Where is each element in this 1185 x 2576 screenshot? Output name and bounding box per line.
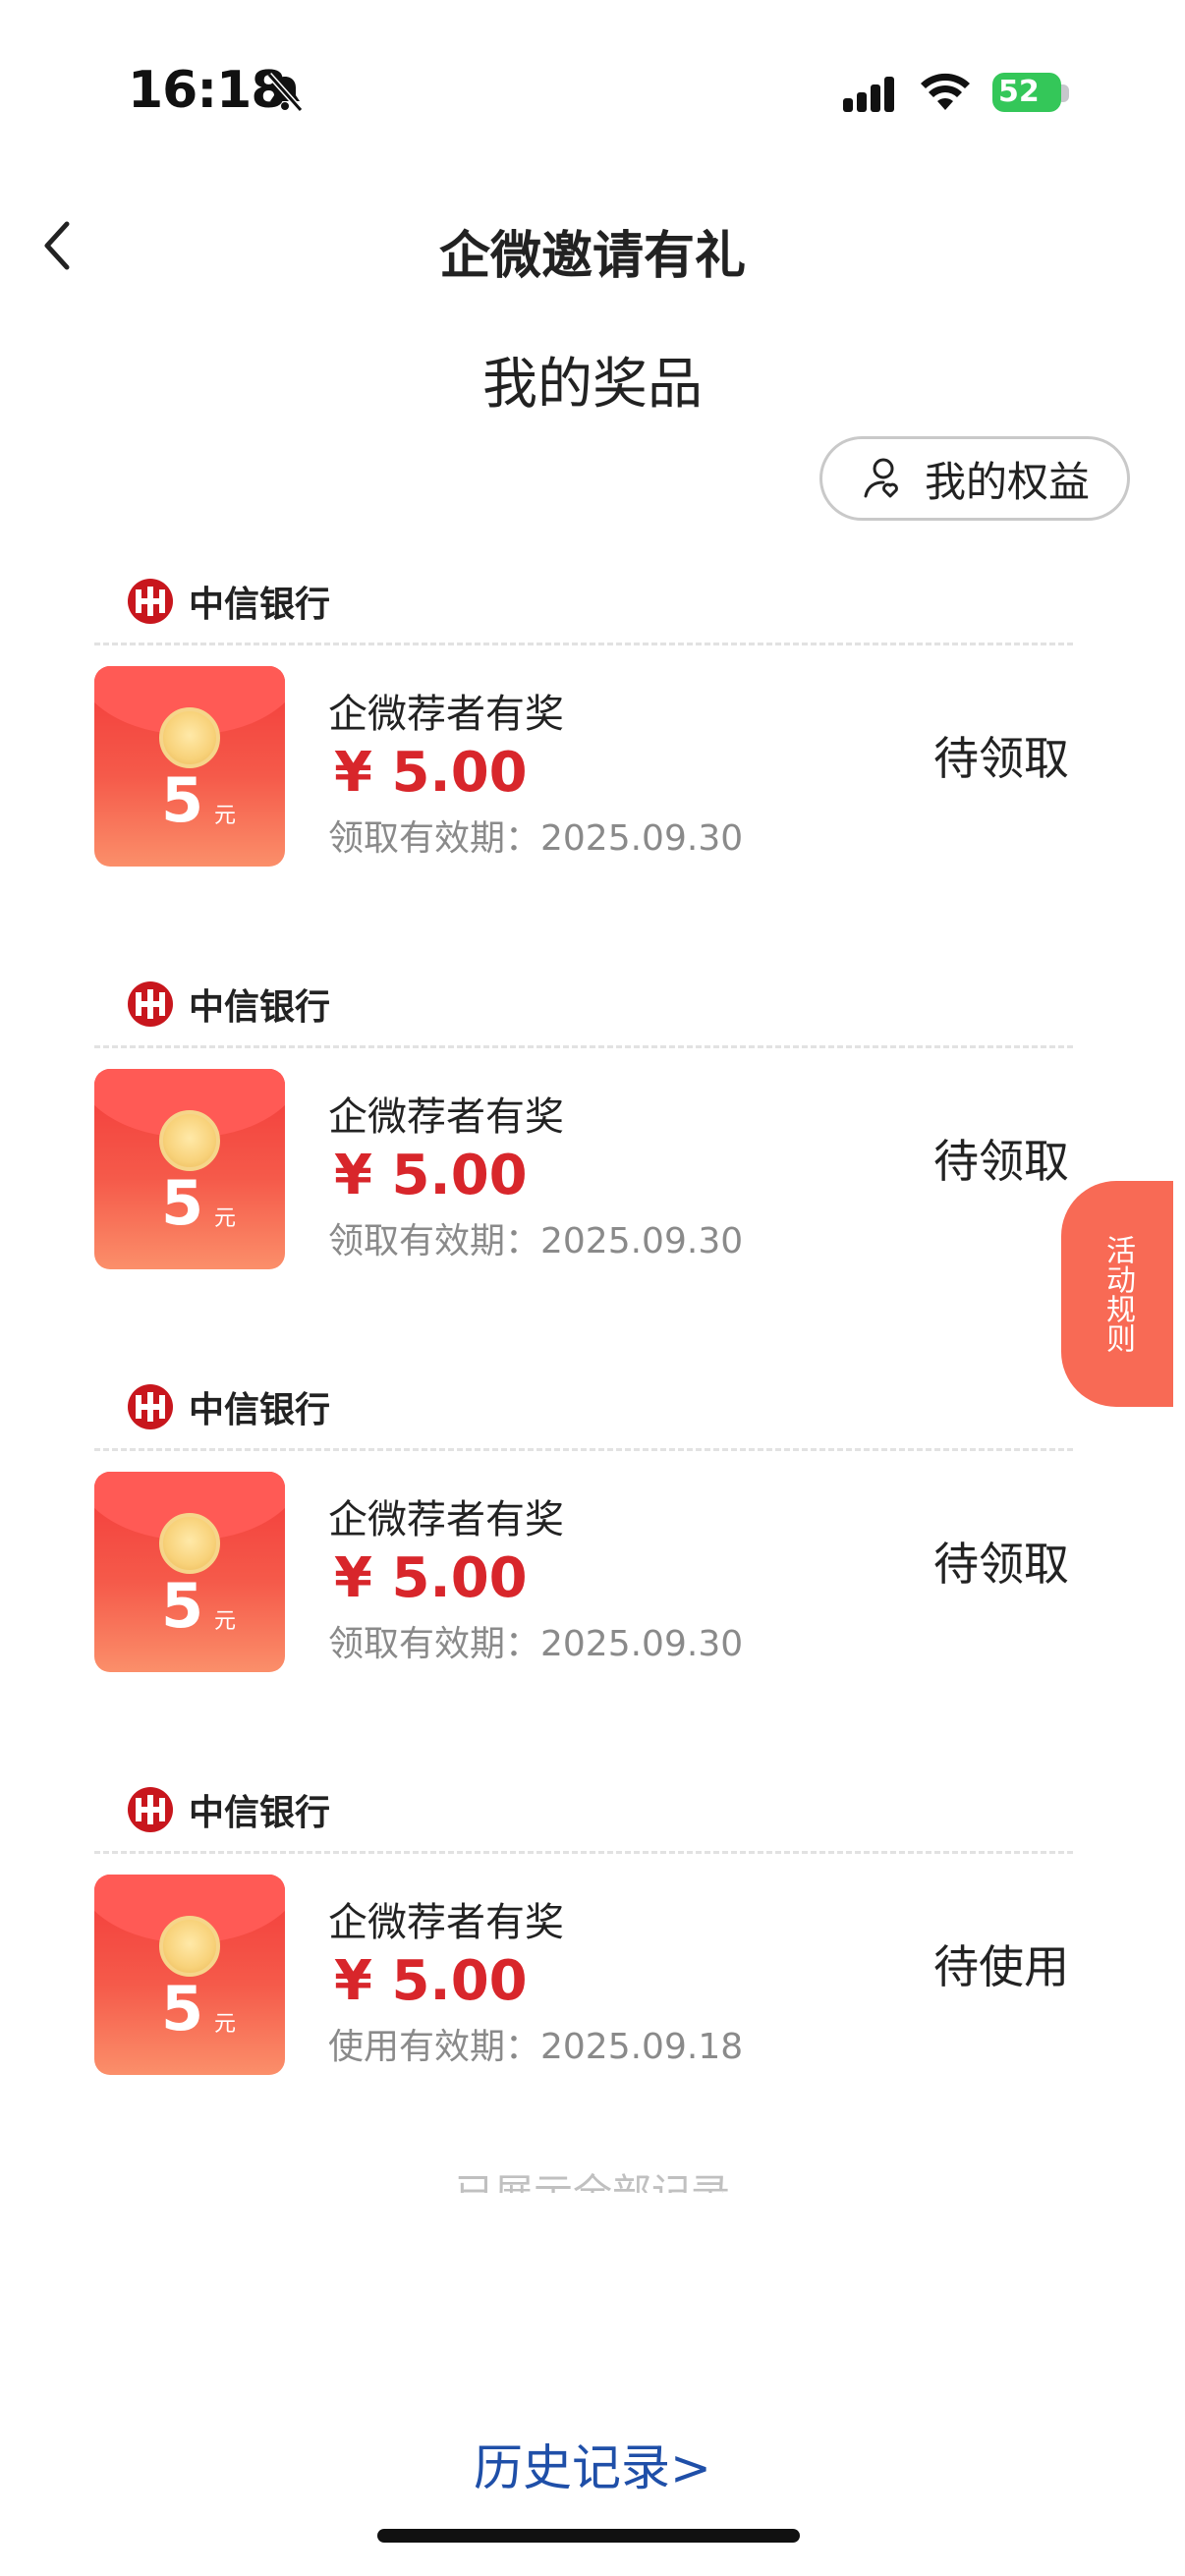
prize-status-button[interactable]: 待领取 — [933, 1126, 1069, 1191]
status-time: 16:18 — [128, 61, 287, 120]
prize-card[interactable]: 中信银行 5 元 企微荐者有奖 ¥ 5.00 领取有效期：2025.09.30 … — [94, 979, 1073, 1273]
prize-amount: ¥ 5.00 — [334, 1949, 528, 2013]
envelope-unit: 元 — [214, 1609, 237, 1634]
history-link[interactable]: 历史记录> — [0, 2429, 1185, 2499]
page: 16:18 52 企微邀请有礼 我的奖品 我的权益 中信银行 5 元 企微荐者有… — [0, 0, 1185, 2576]
red-envelope-image: 5 元 — [94, 1069, 285, 1269]
divider — [94, 1045, 1073, 1048]
prize-status-button[interactable]: 待使用 — [933, 1932, 1069, 1996]
prize-validity: 使用有效期：2025.09.18 — [328, 2027, 744, 2067]
divider — [94, 643, 1073, 645]
prize-amount: ¥ 5.00 — [334, 1546, 528, 1610]
coin-icon — [159, 1513, 220, 1574]
signal-icon — [843, 77, 906, 112]
citic-logo-icon — [128, 1384, 173, 1429]
envelope-amount: 5 — [161, 1167, 204, 1239]
bell-slash-icon — [266, 73, 304, 112]
activity-rules-tab[interactable]: 活动规则 — [1061, 1181, 1173, 1407]
prize-name: 企微荐者有奖 — [328, 1497, 564, 1542]
section-title: 我的奖品 — [482, 353, 703, 417]
bank-name: 中信银行 — [189, 1390, 331, 1430]
prize-status-button[interactable]: 待领取 — [933, 723, 1069, 788]
prize-card[interactable]: 中信银行 5 元 企微荐者有奖 ¥ 5.00 领取有效期：2025.09.30 … — [94, 1381, 1073, 1676]
bank-row: 中信银行 — [126, 576, 330, 627]
bank-name: 中信银行 — [189, 1793, 331, 1833]
red-envelope-image: 5 元 — [94, 1472, 285, 1672]
envelope-amount: 5 — [161, 1973, 204, 2044]
prize-name: 企微荐者有奖 — [328, 1900, 564, 1945]
wifi-icon — [921, 73, 970, 110]
red-envelope-image: 5 元 — [94, 1875, 285, 2075]
my-benefits-button[interactable]: 我的权益 — [819, 436, 1130, 521]
bank-row: 中信银行 — [126, 979, 330, 1030]
envelope-unit: 元 — [214, 804, 237, 828]
citic-logo-icon — [128, 981, 173, 1027]
page-title: 企微邀请有礼 — [438, 227, 746, 286]
prize-amount: ¥ 5.00 — [334, 741, 528, 805]
coin-icon — [159, 1110, 220, 1171]
end-of-list-text: 已展示全部记录 — [455, 2171, 730, 2193]
prize-card[interactable]: 中信银行 5 元 企微荐者有奖 ¥ 5.00 领取有效期：2025.09.30 … — [94, 576, 1073, 870]
prize-status-button[interactable]: 待领取 — [933, 1529, 1069, 1594]
end-of-list-note: 已展示全部记录 — [0, 2167, 1185, 2193]
battery-icon: 52 — [992, 73, 1061, 112]
citic-logo-icon — [128, 579, 173, 624]
prize-amount: ¥ 5.00 — [334, 1144, 528, 1207]
bank-name: 中信银行 — [189, 585, 331, 625]
envelope-amount: 5 — [161, 764, 204, 836]
citic-logo-icon — [128, 1787, 173, 1832]
envelope-unit: 元 — [214, 2012, 237, 2037]
divider — [94, 1851, 1073, 1854]
envelope-unit: 元 — [214, 1206, 237, 1231]
red-envelope-image: 5 元 — [94, 666, 285, 867]
user-heart-icon — [864, 458, 898, 498]
prize-card[interactable]: 中信银行 5 元 企微荐者有奖 ¥ 5.00 使用有效期：2025.09.18 … — [94, 1784, 1073, 2079]
coin-icon — [159, 1916, 220, 1977]
my-benefits-label: 我的权益 — [924, 457, 1090, 506]
divider — [94, 1448, 1073, 1451]
bank-row: 中信银行 — [126, 1784, 330, 1835]
bank-name: 中信银行 — [189, 987, 331, 1028]
bank-row: 中信银行 — [126, 1381, 330, 1432]
coin-icon — [159, 707, 220, 768]
prize-name: 企微荐者有奖 — [328, 1094, 564, 1140]
prize-validity: 领取有效期：2025.09.30 — [328, 818, 744, 859]
prize-validity: 领取有效期：2025.09.30 — [328, 1221, 744, 1261]
prize-name: 企微荐者有奖 — [328, 692, 564, 737]
prize-validity: 领取有效期：2025.09.30 — [328, 1624, 744, 1664]
battery-tip — [1061, 84, 1069, 102]
envelope-amount: 5 — [161, 1570, 204, 1642]
home-indicator — [377, 2529, 800, 2543]
